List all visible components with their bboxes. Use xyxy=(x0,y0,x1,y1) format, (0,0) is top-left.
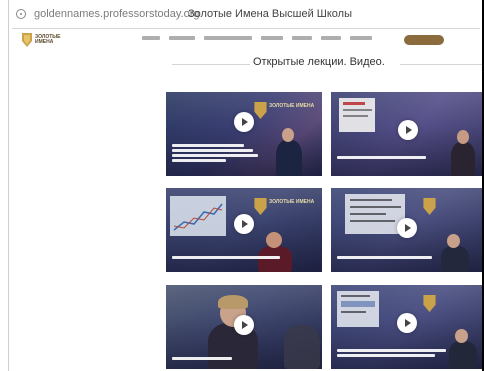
play-icon[interactable] xyxy=(397,218,417,238)
shield-watermark-icon xyxy=(254,102,267,119)
speaker-figure xyxy=(276,140,302,176)
speaker-head xyxy=(282,128,294,142)
shield-watermark-icon xyxy=(423,198,436,215)
card-logo-label: ЗОЛОТЫЕ ИМЕНА xyxy=(269,199,315,205)
video-card-3[interactable]: ЗОЛОТЫЕ ИМЕНА xyxy=(166,188,322,272)
site-logo-text[interactable]: ЗОЛОТЫЕ ИМЕНА xyxy=(35,35,75,45)
main-navigation xyxy=(142,36,372,40)
window-left-edge xyxy=(8,0,9,371)
video-caption[interactable] xyxy=(337,349,452,359)
nav-item-7[interactable] xyxy=(350,36,372,40)
video-caption[interactable] xyxy=(337,256,442,261)
speaker-head xyxy=(455,329,468,343)
slide-thumbnail xyxy=(337,291,379,327)
nav-item-1[interactable] xyxy=(142,36,160,40)
speaker-figure xyxy=(449,341,477,369)
speaker-figure xyxy=(441,246,469,272)
speaker-figure xyxy=(451,142,475,176)
audience-figure xyxy=(284,325,320,369)
title-divider-left xyxy=(172,64,250,65)
page-tab-title: Золотые Имена Высшей Школы xyxy=(188,8,352,20)
page-title: Открытые лекции. Видео. xyxy=(253,56,385,68)
play-icon[interactable] xyxy=(397,313,417,333)
site-header: ЗОЛОТЫЕ ИМЕНА xyxy=(22,32,480,50)
shield-watermark-icon xyxy=(423,295,436,312)
header-cta-button[interactable] xyxy=(404,35,444,45)
video-card-5[interactable] xyxy=(166,285,322,369)
nav-item-4[interactable] xyxy=(261,36,283,40)
browser-address-bar[interactable]: goldennames.professorstoday.org Золотые … xyxy=(12,2,480,29)
speaker-hair xyxy=(218,295,248,309)
video-caption[interactable] xyxy=(172,357,232,362)
shield-logo-icon[interactable] xyxy=(22,33,32,47)
video-card-6[interactable] xyxy=(331,285,482,369)
section-heading: Открытые лекции. Видео. xyxy=(150,56,482,72)
slide-chart-thumbnail xyxy=(170,196,226,236)
video-caption[interactable] xyxy=(172,256,292,261)
nav-item-5[interactable] xyxy=(292,36,312,40)
play-icon[interactable] xyxy=(234,315,254,335)
video-caption[interactable] xyxy=(337,156,442,161)
play-icon[interactable] xyxy=(234,112,254,132)
card-logo-label: ЗОЛОТЫЕ ИМЕНА xyxy=(269,103,315,109)
nav-item-3[interactable] xyxy=(204,36,252,40)
video-caption[interactable] xyxy=(172,144,262,164)
nav-item-2[interactable] xyxy=(169,36,195,40)
slide-thumbnail xyxy=(345,194,405,234)
speaker-head xyxy=(266,232,282,248)
site-info-icon[interactable] xyxy=(16,9,26,19)
speaker-head xyxy=(457,130,469,144)
title-divider-right xyxy=(400,64,482,65)
video-card-2[interactable] xyxy=(331,92,482,176)
nav-item-6[interactable] xyxy=(321,36,341,40)
video-card-4[interactable] xyxy=(331,188,482,272)
address-url[interactable]: goldennames.professorstoday.org xyxy=(34,8,200,20)
play-icon[interactable] xyxy=(398,120,418,140)
shield-watermark-icon xyxy=(254,198,267,215)
play-icon[interactable] xyxy=(234,214,254,234)
slide-thumbnail xyxy=(339,98,375,132)
speaker-head xyxy=(447,234,460,248)
video-card-1[interactable]: ЗОЛОТЫЕ ИМЕНА xyxy=(166,92,322,176)
